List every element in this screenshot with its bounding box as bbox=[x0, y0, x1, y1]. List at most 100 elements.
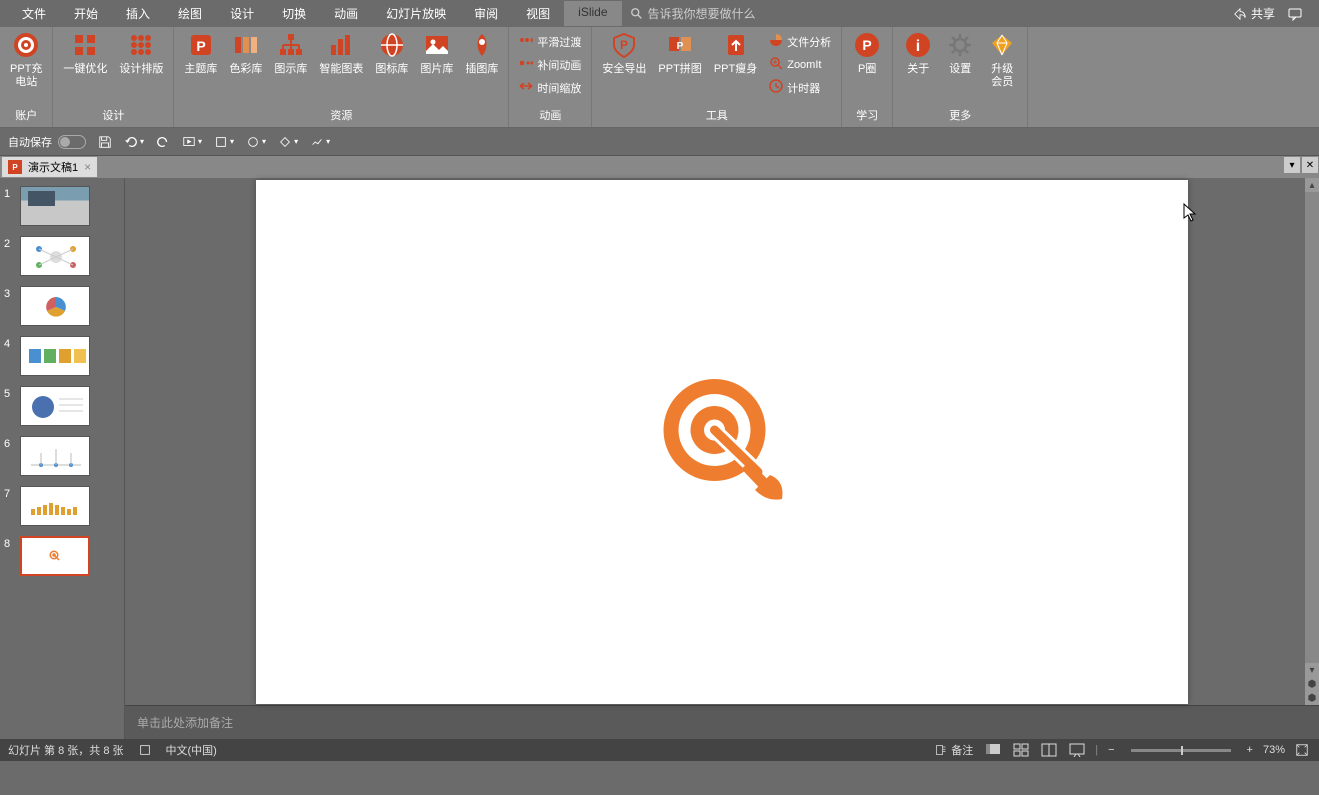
image-icon bbox=[423, 31, 451, 59]
slide-thumbnail-panel[interactable]: 1 2 3 4 5 6 7 8 bbox=[0, 178, 125, 739]
scroll-track[interactable] bbox=[1305, 192, 1319, 663]
smooth-button[interactable]: 平滑过渡 bbox=[519, 33, 581, 50]
group-label: 资源 bbox=[178, 105, 504, 125]
ribbon-group-动画: 平滑过渡补间动画时间缩放动画 bbox=[509, 27, 592, 127]
zoom-out-button[interactable]: − bbox=[1106, 744, 1116, 756]
sorter-view-button[interactable] bbox=[1011, 743, 1031, 757]
zoomit-button[interactable]: ZoomIt bbox=[769, 56, 831, 73]
accessibility-icon[interactable] bbox=[138, 743, 152, 757]
share-button[interactable]: 共享 bbox=[1233, 5, 1275, 22]
slide-thumbnail-4[interactable]: 4 bbox=[4, 336, 120, 376]
menu-幻灯片放映[interactable]: 幻灯片放映 bbox=[372, 1, 460, 26]
menu-绘图[interactable]: 绘图 bbox=[164, 1, 216, 26]
menu-iSlide[interactable]: iSlide bbox=[564, 1, 621, 26]
slide-thumbnail-3[interactable]: 3 bbox=[4, 286, 120, 326]
group-label: 更多 bbox=[897, 105, 1023, 125]
target-arrow-icon bbox=[647, 367, 797, 517]
share-icon bbox=[1233, 7, 1247, 21]
menu-文件[interactable]: 文件 bbox=[8, 1, 60, 26]
p-badge-icon: P bbox=[853, 31, 881, 59]
menu-切换[interactable]: 切换 bbox=[268, 1, 320, 26]
thumbnail-image bbox=[20, 186, 90, 226]
diagram-lib-button[interactable]: 图示库 bbox=[268, 29, 313, 78]
qat-btn-7[interactable]: ▾ bbox=[278, 135, 298, 149]
language-button[interactable]: 中文(中国) bbox=[166, 742, 217, 758]
redo-button[interactable] bbox=[156, 135, 170, 149]
smart-chart-button[interactable]: 智能图表 bbox=[313, 29, 369, 78]
zoom-icon bbox=[769, 56, 783, 73]
normal-view-button[interactable] bbox=[983, 743, 1003, 757]
zoom-percentage[interactable]: 73% bbox=[1263, 744, 1285, 756]
ppt-merge-button[interactable]: PPPT拼图 bbox=[652, 29, 707, 78]
menu-动画[interactable]: 动画 bbox=[320, 1, 372, 26]
menu-视图[interactable]: 视图 bbox=[512, 1, 564, 26]
ppt-station-button[interactable]: PPT充 电站 bbox=[4, 29, 48, 91]
zoom-in-button[interactable]: + bbox=[1245, 744, 1255, 756]
theme-lib-button[interactable]: P主题库 bbox=[178, 29, 223, 78]
ppt-file-icon: P bbox=[8, 160, 22, 174]
menu-插入[interactable]: 插入 bbox=[112, 1, 164, 26]
qat-btn-5[interactable]: ▾ bbox=[214, 135, 234, 149]
vertical-scrollbar[interactable]: ▴ ▾ ⬢ ⬢ bbox=[1305, 178, 1319, 705]
notes-placeholder: 单击此处添加备注 bbox=[137, 714, 233, 731]
comments-icon[interactable] bbox=[1287, 6, 1303, 22]
tab-close-all-button[interactable]: ✕ bbox=[1301, 156, 1319, 174]
undo-button[interactable]: ▾ bbox=[124, 135, 144, 149]
about-button[interactable]: i关于 bbox=[897, 29, 939, 78]
reading-view-button[interactable] bbox=[1039, 743, 1059, 757]
slide-thumbnail-5[interactable]: 5 bbox=[4, 386, 120, 426]
qat-btn-8[interactable]: ▾ bbox=[310, 135, 330, 149]
autosave-toggle[interactable]: 自动保存 bbox=[8, 134, 86, 150]
from-beginning-button[interactable]: ▾ bbox=[182, 135, 202, 149]
slide-thumbnail-2[interactable]: 2 bbox=[4, 236, 120, 276]
ppt-slim-button[interactable]: PPT瘦身 bbox=[708, 29, 763, 78]
tell-me-search[interactable]: 告诉我你想要做什么 bbox=[630, 5, 756, 22]
search-icon bbox=[630, 7, 644, 21]
slide-number: 5 bbox=[4, 386, 20, 426]
prev-slide-button[interactable]: ⬢ bbox=[1305, 677, 1319, 691]
time-scale-button[interactable]: 时间缩放 bbox=[519, 79, 581, 96]
settings-button[interactable]: 设置 bbox=[939, 29, 981, 78]
timer-button[interactable]: 计时器 bbox=[769, 79, 831, 96]
slide-thumbnail-6[interactable]: 6 bbox=[4, 436, 120, 476]
file-analysis-button[interactable]: 文件分析 bbox=[769, 33, 831, 50]
pic-lib-button[interactable]: 图片库 bbox=[414, 29, 459, 78]
upgrade-button[interactable]: 升级 会员 bbox=[981, 29, 1023, 91]
one-click-button[interactable]: 一键优化 bbox=[57, 29, 113, 78]
shield-p-icon: P bbox=[610, 31, 638, 59]
notes-toggle-button[interactable]: 备注 bbox=[933, 742, 975, 758]
ribbon: PPT充 电站账户一键优化设计排版设计P主题库色彩库图示库智能图表图标库图片库插… bbox=[0, 27, 1319, 128]
scroll-down-button[interactable]: ▾ bbox=[1305, 663, 1319, 677]
menu-开始[interactable]: 开始 bbox=[60, 1, 112, 26]
scroll-up-button[interactable]: ▴ bbox=[1305, 178, 1319, 192]
design-layout-button[interactable]: 设计排版 bbox=[113, 29, 169, 78]
document-tab[interactable]: P 演示文稿1 × bbox=[2, 157, 97, 177]
slide-thumbnail-1[interactable]: 1 bbox=[4, 186, 120, 226]
slide-number: 6 bbox=[4, 436, 20, 476]
dots-sq-icon bbox=[519, 56, 533, 73]
next-slide-button[interactable]: ⬢ bbox=[1305, 691, 1319, 705]
color-lib-button[interactable]: 色彩库 bbox=[223, 29, 268, 78]
fit-window-button[interactable] bbox=[1293, 743, 1311, 757]
group-label: 学习 bbox=[846, 105, 888, 125]
p-circle-button[interactable]: PP圈 bbox=[846, 29, 888, 78]
qat-btn-6[interactable]: ▾ bbox=[246, 135, 266, 149]
slide-thumbnail-8[interactable]: 8 bbox=[4, 536, 120, 576]
slideshow-view-button[interactable] bbox=[1067, 743, 1087, 757]
menu-审阅[interactable]: 审阅 bbox=[460, 1, 512, 26]
illus-lib-button[interactable]: 插图库 bbox=[459, 29, 504, 78]
zoom-slider[interactable] bbox=[1131, 749, 1231, 752]
menu-设计[interactable]: 设计 bbox=[216, 1, 268, 26]
notes-pane[interactable]: 单击此处添加备注 bbox=[125, 705, 1319, 739]
slide-canvas[interactable] bbox=[256, 180, 1188, 704]
close-tab-button[interactable]: × bbox=[84, 160, 91, 174]
icon-lib-button[interactable]: 图标库 bbox=[369, 29, 414, 78]
save-button[interactable] bbox=[98, 135, 112, 149]
safe-export-button[interactable]: P安全导出 bbox=[596, 29, 652, 78]
ribbon-group-更多: i关于设置升级 会员更多 bbox=[893, 27, 1028, 127]
tween-button[interactable]: 补间动画 bbox=[519, 56, 581, 73]
merge-icon: P bbox=[666, 31, 694, 59]
tab-dropdown-button[interactable]: ▾ bbox=[1283, 156, 1301, 174]
slide-thumbnail-7[interactable]: 7 bbox=[4, 486, 120, 526]
slide-counter[interactable]: 幻灯片 第 8 张，共 8 张 bbox=[8, 742, 124, 758]
